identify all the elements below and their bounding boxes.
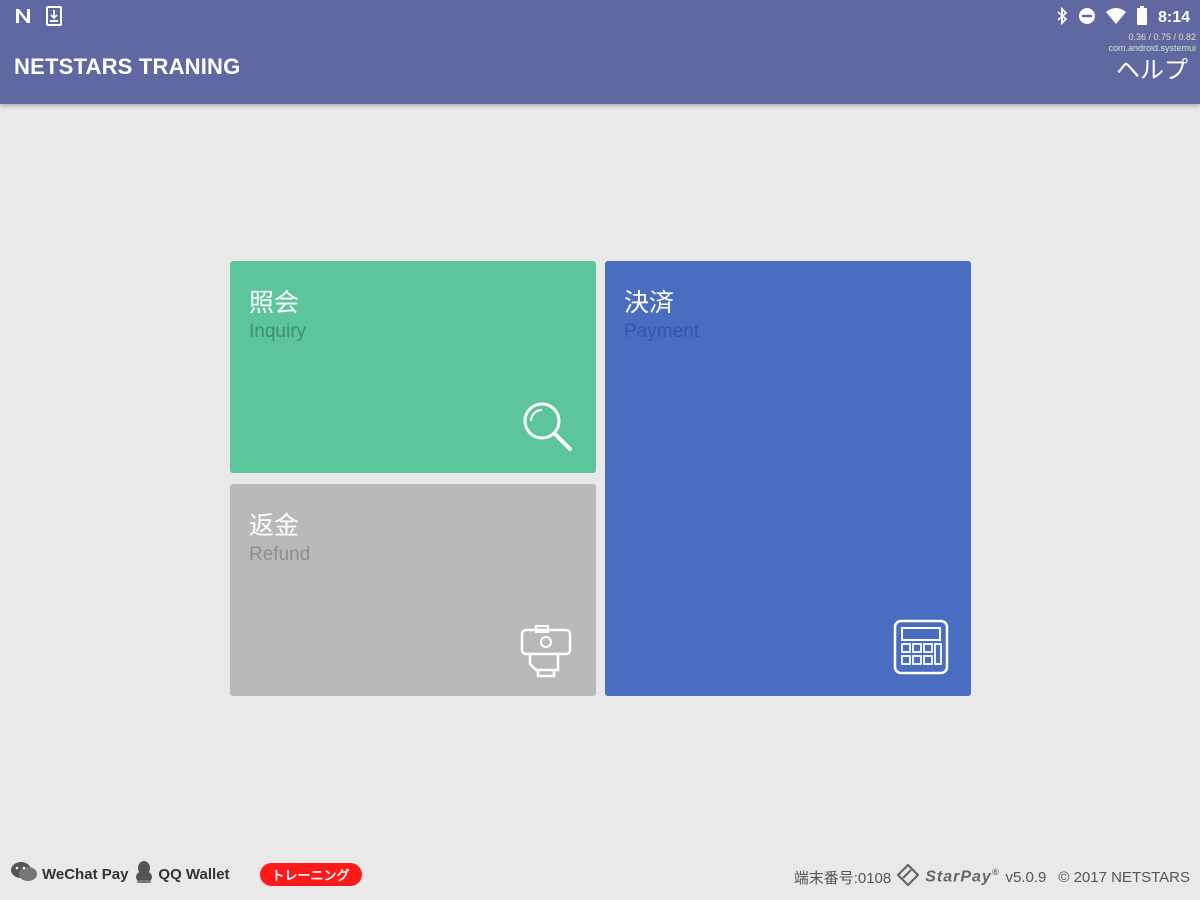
tile-title-en: Refund [249,544,311,565]
brand-text: StarPay [925,868,992,886]
wifi-icon [1105,8,1126,28]
refund-tile[interactable]: 返金 Refund [230,484,596,696]
bluetooth-icon [1056,6,1068,29]
payment-tile[interactable]: 決済 Payment [605,261,971,696]
footer-left: WeChat Pay QQ Wallet トレーニング [10,860,362,888]
debug-line: 0.36 / 0.75 / 0.82 [1128,32,1196,42]
wechat-icon [10,861,38,887]
do-not-disturb-icon [1078,7,1096,29]
app-title: NETSTARS TRANING [14,54,241,79]
qq-penguin-icon [134,860,154,888]
tile-title-en: Payment [624,321,699,342]
tile-title-jp: 決済 [624,288,675,317]
starpay-brand: StarPay® [925,867,1000,886]
starpay-logo-icon [896,863,920,890]
training-badge: トレーニング [259,862,362,886]
copyright: © 2017 NETSTARS [1058,868,1190,886]
calculator-icon [893,619,949,679]
terminal-number: 端末番号:0108 [793,869,892,887]
qq-wallet-label: QQ Wallet [158,865,230,883]
app-bar: 8:14 0.36 / 0.75 / 0.82 com.android.syst… [0,0,1200,104]
download-icon [46,6,62,30]
clock: 8:14 [1157,9,1190,26]
battery-icon [1136,6,1148,30]
search-icon [520,399,576,459]
version: v5.0.9 [1005,868,1047,886]
qq-wallet: QQ Wallet [134,860,230,888]
cash-register-icon [516,622,576,682]
tile-title-jp: 返金 [249,511,300,540]
inquiry-tile[interactable]: 照会 Inquiry [230,261,596,473]
help-button[interactable]: ヘルプ [1116,50,1188,85]
n-notification-icon [14,7,32,29]
status-bar: 8:14 0.36 / 0.75 / 0.82 com.android.syst… [0,0,1200,53]
tile-title-jp: 照会 [249,288,300,317]
tile-title-en: Inquiry [249,321,307,342]
wechat-pay-label: WeChat Pay [42,865,129,883]
wechat-pay: WeChat Pay [10,861,128,887]
footer-right: 端末番号:0108 StarPay® v5.0.9 © 2017 NETSTAR… [793,863,1190,890]
